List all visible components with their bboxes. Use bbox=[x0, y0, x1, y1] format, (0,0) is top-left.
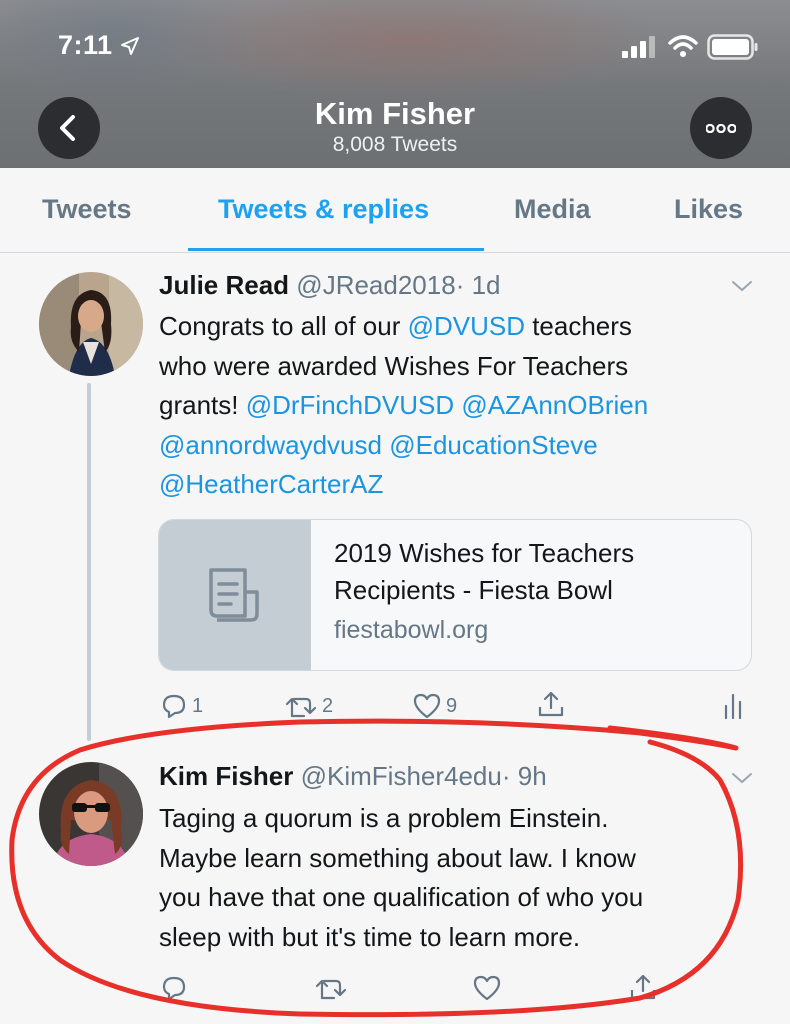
heart-icon[interactable] bbox=[472, 974, 502, 1002]
mention-link[interactable]: @EducationSteve bbox=[389, 430, 598, 460]
profile-name-title: Kim Fisher bbox=[314, 96, 476, 131]
analytics-icon[interactable] bbox=[722, 692, 748, 720]
active-tab-indicator bbox=[188, 248, 484, 251]
tab-likes[interactable]: Likes bbox=[674, 194, 743, 225]
tweet-text: Congrats to all of our @DVUSD teachers w… bbox=[159, 307, 759, 505]
profile-header: 7:11 Kim Fisher 8,008 Tweets bbox=[0, 0, 790, 168]
more-dots-icon bbox=[706, 124, 736, 133]
tweet-text-fragment: teachers bbox=[524, 311, 632, 341]
tweet-count: 8,008 Tweets bbox=[332, 133, 458, 156]
tweet-header: Kim Fisher @KimFisher4edu· 9h bbox=[159, 761, 547, 792]
tab-tweets[interactable]: Tweets bbox=[42, 194, 132, 225]
battery-icon bbox=[707, 34, 758, 60]
profile-tabs: Tweets Tweets & replies Media Likes bbox=[0, 168, 790, 253]
like-count: 9 bbox=[446, 694, 458, 717]
mention-link[interactable]: @annordwaydvusd bbox=[159, 430, 382, 460]
mention-link[interactable]: @HeatherCarterAZ bbox=[159, 469, 383, 499]
mention-link[interactable]: @DVUSD bbox=[408, 311, 525, 341]
cellular-signal-icon bbox=[622, 36, 655, 58]
tweet-text: Taging a quorum is a problem Einstein. M… bbox=[159, 799, 769, 957]
chevron-down-icon[interactable] bbox=[730, 278, 754, 294]
tweet-author-name[interactable]: Kim Fisher bbox=[159, 761, 293, 791]
tab-tweets-and-replies[interactable]: Tweets & replies bbox=[218, 194, 429, 225]
tweet-text-line: sleep with but it's time to learn more. bbox=[159, 921, 581, 952]
mention-link[interactable]: @AZAnnOBrien bbox=[461, 390, 648, 420]
retweet-icon[interactable] bbox=[314, 974, 348, 1002]
share-icon[interactable] bbox=[628, 972, 658, 1002]
location-arrow-icon bbox=[121, 37, 139, 55]
like-button[interactable]: 9 bbox=[412, 692, 457, 720]
tweet-text-line: Maybe learn something about law. I know bbox=[159, 842, 636, 873]
reply-button[interactable]: 1 bbox=[160, 692, 203, 720]
retweet-count: 2 bbox=[322, 694, 334, 717]
thread-connector-line bbox=[87, 383, 91, 741]
tweet-author-handle[interactable]: @KimFisher4edu bbox=[301, 761, 502, 791]
link-preview-card[interactable]: 2019 Wishes for Teachers Recipients - Fi… bbox=[158, 519, 752, 671]
document-icon bbox=[209, 568, 259, 622]
tweet-text-fragment: grants! bbox=[159, 390, 246, 420]
tweet-text-line: you have that one qualification of who y… bbox=[159, 882, 644, 912]
card-thumbnail bbox=[159, 520, 311, 670]
mention-link[interactable]: @DrFinchDVUSD bbox=[246, 390, 454, 420]
retweet-button[interactable]: 2 bbox=[284, 692, 333, 720]
tab-media[interactable]: Media bbox=[514, 194, 591, 225]
wifi-icon bbox=[668, 35, 698, 57]
retweet-icon bbox=[285, 697, 317, 718]
tweet-text-line: Taging a quorum is a problem Einstein. bbox=[159, 803, 609, 833]
tweet-author-name[interactable]: Julie Read bbox=[159, 270, 289, 300]
tweet-text-line: who were awarded Wishes For Teachers bbox=[159, 350, 629, 381]
share-icon[interactable] bbox=[536, 689, 566, 719]
tweet-timestamp: · 9h bbox=[501, 761, 547, 791]
more-options-button[interactable] bbox=[690, 97, 752, 159]
reply-count: 1 bbox=[192, 694, 204, 717]
tweet-timestamp: · 1d bbox=[455, 270, 501, 300]
avatar-kim-fisher[interactable] bbox=[39, 762, 143, 866]
reply-icon[interactable] bbox=[160, 974, 188, 1002]
tweet-author-handle[interactable]: @JRead2018 bbox=[296, 270, 455, 300]
status-time: 7:11 bbox=[58, 30, 113, 60]
reply-icon bbox=[162, 694, 186, 719]
tweet-header: Julie Read @JRead2018· 1d bbox=[159, 270, 501, 301]
heart-icon bbox=[413, 693, 441, 719]
tweet-text-fragment: Congrats to all of our bbox=[159, 311, 408, 341]
avatar-julie-read[interactable] bbox=[39, 272, 143, 376]
chevron-down-icon[interactable] bbox=[730, 770, 754, 786]
card-domain: fiestabowl.org bbox=[334, 616, 489, 644]
card-title: 2019 Wishes for Teachers Recipients - Fi… bbox=[334, 538, 635, 605]
